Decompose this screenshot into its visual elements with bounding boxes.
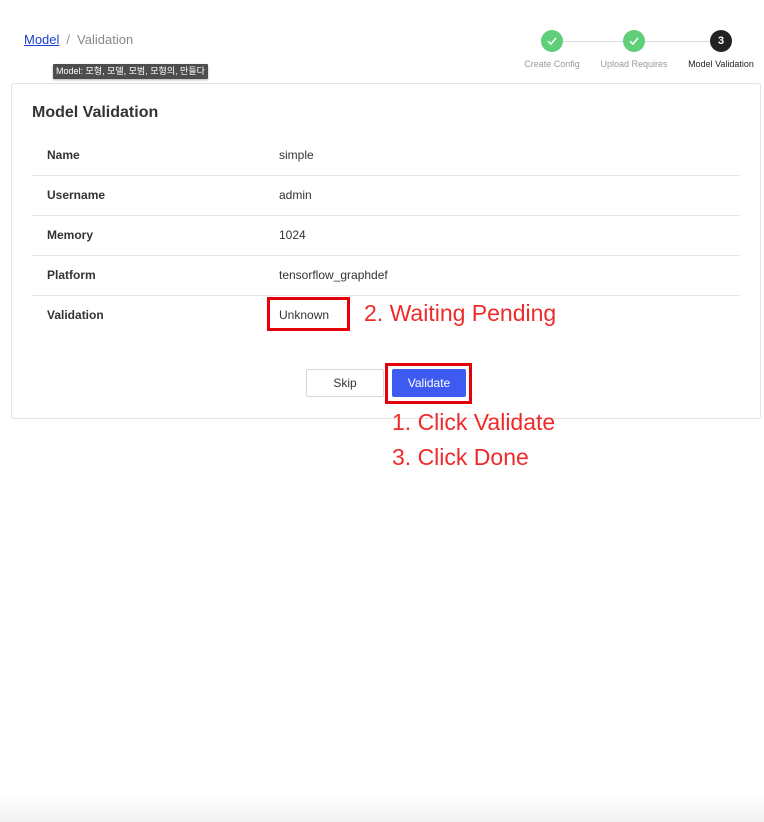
detail-label: Validation: [47, 308, 104, 322]
step-connector: [563, 41, 623, 42]
page-bottom-edge: [0, 792, 764, 822]
step-connector: [645, 41, 710, 42]
step-create-config-label: Create Config: [524, 59, 580, 69]
annotation-click-done: 3. Click Done: [392, 444, 529, 470]
detail-value: 1024: [279, 228, 306, 242]
check-icon: [629, 37, 639, 46]
step-model-validation-circle: 3: [710, 30, 732, 52]
step-upload-requires-label: Upload Requires: [600, 59, 668, 69]
step-upload-requires-circle: [623, 30, 645, 52]
detail-label: Name: [47, 148, 80, 162]
detail-row-memory: Memory 1024: [32, 216, 740, 256]
detail-row-platform: Platform tensorflow_graphdef: [32, 256, 740, 296]
detail-label: Platform: [47, 268, 96, 282]
check-icon: [547, 37, 557, 46]
annotation-validation-box: [267, 297, 350, 331]
detail-value: tensorflow_graphdef: [279, 268, 388, 282]
skip-button[interactable]: Skip: [306, 369, 384, 397]
detail-row-name: Name simple: [32, 136, 740, 176]
detail-label: Username: [47, 188, 106, 202]
annotation-waiting-pending: 2. Waiting Pending: [364, 300, 557, 326]
detail-value: admin: [279, 188, 312, 202]
progress-steps: Create Config Upload Requires 3 Model Va…: [0, 30, 764, 75]
annotation-click-validate: 1. Click Validate: [392, 409, 556, 435]
annotation-validate-box: [385, 363, 472, 404]
card-title: Model Validation: [32, 104, 159, 121]
detail-label: Memory: [47, 228, 94, 242]
detail-row-username: Username admin: [32, 176, 740, 216]
step-create-config-circle: [541, 30, 563, 52]
detail-value: simple: [279, 148, 314, 162]
step-model-validation-label: Model Validation: [688, 59, 754, 69]
